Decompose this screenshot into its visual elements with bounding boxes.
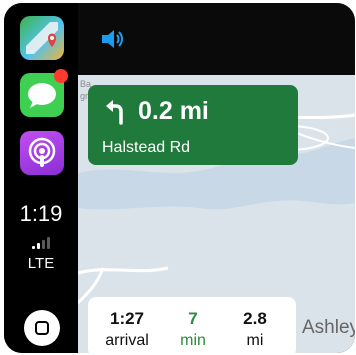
minutes-value: 7 xyxy=(188,309,198,328)
speaker-icon[interactable] xyxy=(100,27,126,51)
street-name: Halstead Rd xyxy=(102,139,191,156)
maps-app-icon[interactable] xyxy=(20,16,64,60)
minutes-label: min xyxy=(180,332,206,349)
eta-distance: 2.8 mi xyxy=(230,309,280,350)
map-top-bar xyxy=(78,3,355,75)
arrival-label: arrival xyxy=(105,332,149,349)
home-icon xyxy=(35,321,49,335)
carplay-screen: 1:19 LTE Ba gr Ashley 0.2 mi Halstead Rd… xyxy=(4,3,355,353)
network-type: LTE xyxy=(27,255,55,272)
eta-minutes: 7 min xyxy=(168,309,218,350)
distance-value: 2.8 xyxy=(243,309,267,328)
map-label: gr xyxy=(80,91,89,101)
cellular-signal-icon xyxy=(32,237,50,249)
maps-icon xyxy=(26,22,58,54)
messages-app-icon[interactable] xyxy=(20,69,68,117)
home-button[interactable] xyxy=(24,310,60,346)
turn-distance: 0.2 mi xyxy=(138,97,209,125)
podcasts-app-icon[interactable] xyxy=(20,131,64,175)
distance-label: mi xyxy=(246,332,264,349)
podcasts-icon xyxy=(28,137,56,167)
eta-arrival: 1:27 arrival xyxy=(98,309,156,350)
status-time: 1:19 xyxy=(19,201,63,226)
turn-left-icon xyxy=(106,100,123,125)
carplay-sidebar: 1:19 LTE xyxy=(4,3,78,353)
arrival-time: 1:27 xyxy=(109,309,145,328)
map-view[interactable]: Ba gr Ashley 0.2 mi Halstead Rd 1:27 arr… xyxy=(78,3,355,353)
notification-badge xyxy=(54,69,68,83)
map-place-label: Ashley xyxy=(302,317,355,338)
trip-eta-card[interactable]: 1:27 arrival 7 min 2.8 mi xyxy=(88,297,296,353)
turn-instruction-card[interactable]: 0.2 mi Halstead Rd xyxy=(88,85,298,165)
